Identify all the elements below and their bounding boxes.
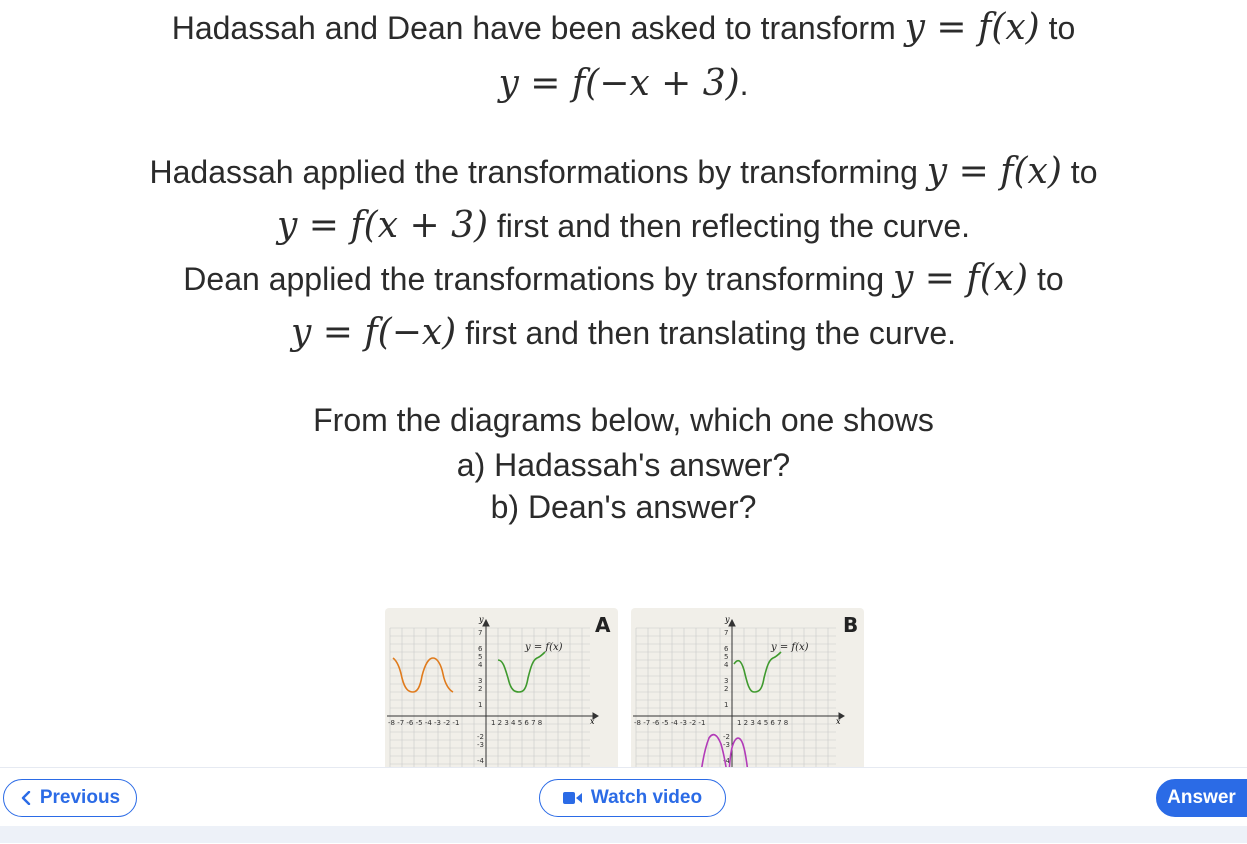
answer-button[interactable]: Answer [1156, 779, 1247, 817]
question-part-a: a) Hadassah's answer? [456, 447, 791, 483]
previous-label: Previous [39, 787, 121, 808]
text: to [1039, 10, 1076, 46]
curve-original [733, 651, 782, 693]
svg-text:1 2 3 4 5 6 7 8: 1 2 3 4 5 6 7 8 [737, 719, 788, 727]
svg-text:-3: -3 [723, 741, 730, 749]
curve-label: y = f(x) [770, 642, 809, 653]
question-prompt: From the diagrams below, which one shows [313, 402, 934, 438]
svg-text:1 2 3 4 5 6 7 8: 1 2 3 4 5 6 7 8 [491, 719, 542, 727]
svg-text:4: 4 [724, 661, 729, 669]
text: to [1061, 154, 1098, 190]
text: . [739, 66, 749, 102]
previous-button[interactable]: Previous [3, 779, 137, 817]
question-line-5: Dean applied the transformations by tran… [0, 259, 1247, 299]
math: y = f(x) [926, 151, 1062, 192]
diagram-b[interactable]: y x -8 -7 -6 -5 -4 -3 -2 -1 1 2 3 4 5 6 … [631, 608, 864, 773]
question-line-6: y = f(−x) first and then translating the… [0, 313, 1247, 353]
svg-text:-4: -4 [477, 757, 485, 765]
svg-text:7: 7 [478, 629, 482, 637]
question-line-1: Hadassah and Dean have been asked to tra… [0, 8, 1247, 48]
y-axis-label: y [478, 615, 484, 624]
svg-text:4: 4 [478, 661, 483, 669]
svg-text:1: 1 [724, 701, 728, 709]
math: y = f(−x + 3) [498, 63, 740, 104]
watch-video-label: Watch video [590, 787, 703, 808]
svg-text:5: 5 [478, 653, 482, 661]
diagram-b-graph: y x -8 -7 -6 -5 -4 -3 -2 -1 1 2 3 4 5 6 … [633, 613, 858, 773]
svg-text:2: 2 [724, 685, 728, 693]
text: first and then translating the curve. [456, 315, 957, 351]
x-axis-label: x [590, 717, 595, 726]
math: y = f(x + 3) [276, 205, 489, 246]
svg-text:2: 2 [478, 685, 482, 693]
watch-video-button[interactable]: Watch video [539, 779, 726, 817]
svg-text:-2: -2 [723, 733, 730, 741]
curve-original [497, 651, 546, 693]
svg-text:-8 -7 -6 -5 -4 -3 -2 -1: -8 -7 -6 -5 -4 -3 -2 -1 [388, 719, 459, 727]
diagram-letter: B [843, 613, 858, 637]
svg-text:5: 5 [724, 653, 728, 661]
curve-label: y = f(x) [524, 642, 563, 653]
x-axis-label: x [836, 717, 841, 726]
math: y = f(x) [904, 7, 1040, 48]
svg-text:3: 3 [724, 677, 728, 685]
svg-text:-3: -3 [477, 741, 484, 749]
svg-text:-2: -2 [477, 733, 484, 741]
video-camera-icon [562, 791, 583, 805]
diagram-a-graph: y x -8 -7 -6 -5 -4 -3 -2 -1 1 2 3 4 5 6 … [387, 613, 611, 773]
math: y = f(x) [893, 258, 1029, 299]
svg-text:6: 6 [478, 645, 483, 653]
question-line-4: y = f(x + 3) first and then reflecting t… [0, 206, 1247, 246]
svg-text:6: 6 [724, 645, 729, 653]
y-axis-label: y [724, 615, 730, 624]
footer-strip [0, 826, 1247, 843]
question-line-3: Hadassah applied the transformations by … [0, 152, 1247, 192]
text: first and then reflecting the curve. [488, 208, 971, 244]
question-line-2: y = f(−x + 3). [0, 64, 1247, 104]
math: y = f(−x) [290, 312, 457, 353]
answer-label: Answer [1167, 787, 1236, 808]
axes [633, 618, 845, 773]
text: Hadassah applied the transformations by … [149, 154, 927, 190]
svg-text:1: 1 [478, 701, 482, 709]
text: Hadassah and Dean have been asked to tra… [171, 10, 905, 46]
svg-text:-8 -7 -6 -5 -4 -3 -2 -1: -8 -7 -6 -5 -4 -3 -2 -1 [634, 719, 705, 727]
question-part-b: b) Dean's answer? [490, 489, 757, 525]
chevron-left-icon [20, 791, 32, 805]
axes [387, 618, 599, 773]
diagram-letter: A [595, 613, 611, 637]
text: to [1028, 261, 1064, 297]
text: Dean applied the transformations by tran… [183, 261, 893, 297]
svg-text:7: 7 [724, 629, 728, 637]
tick-labels: -8 -7 -6 -5 -4 -3 -2 -1 1 2 3 4 5 6 7 8 … [634, 629, 788, 765]
tick-labels: -8 -7 -6 -5 -4 -3 -2 -1 1 2 3 4 5 6 7 8 … [388, 629, 542, 765]
svg-text:3: 3 [478, 677, 482, 685]
diagram-a[interactable]: y x -8 -7 -6 -5 -4 -3 -2 -1 1 2 3 4 5 6 … [385, 608, 618, 773]
